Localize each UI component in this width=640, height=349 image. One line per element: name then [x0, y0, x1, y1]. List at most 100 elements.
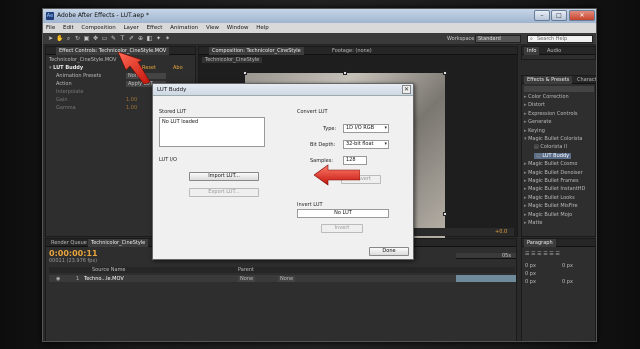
- effects-list-category[interactable]: ▸ Expression Controls: [524, 111, 578, 117]
- menu-file[interactable]: File: [46, 25, 55, 31]
- effects-list-category[interactable]: ▸ Matte: [524, 220, 542, 226]
- selection-tool-icon[interactable]: ➤: [47, 35, 54, 42]
- invert-button[interactable]: Invert: [321, 224, 363, 233]
- indent-left[interactable]: 0 px: [525, 263, 536, 269]
- menu-window[interactable]: Window: [227, 25, 249, 31]
- indent-right[interactable]: 0 px: [562, 263, 573, 269]
- effects-list-category[interactable]: ▸ Magic Bullet InstantHD: [524, 186, 585, 192]
- type-tool-icon[interactable]: T: [119, 35, 126, 42]
- gamma-value[interactable]: 1.00: [126, 105, 137, 111]
- exposure-value[interactable]: +0.0: [495, 229, 507, 235]
- tab-footage[interactable]: Footage: (none): [329, 47, 375, 55]
- paragraph-panel: Paragraph ☰ ☰ ☰ ☰ ☰ ☰ 0 px 0 px 0 px 0 p…: [521, 238, 596, 341]
- search-help-input[interactable]: ⌕ Search Help: [527, 35, 593, 43]
- dialog-close-button[interactable]: ✕: [402, 85, 411, 94]
- effects-list-child-item[interactable]: ▤ Colorista II: [534, 144, 567, 150]
- workspace-select[interactable]: Standard: [475, 35, 521, 43]
- effects-list-category[interactable]: ▸ Magic Bullet MisFire: [524, 203, 578, 209]
- effects-list-category[interactable]: ▸ Magic Bullet Cosmo: [524, 161, 577, 167]
- layer-visibility-icon[interactable]: ◉: [56, 276, 60, 282]
- tab-timeline-comp[interactable]: Technicolor_CineStyle: [88, 239, 149, 247]
- parent-select[interactable]: None: [238, 276, 256, 282]
- space-before[interactable]: 0 px: [525, 279, 536, 285]
- tab-info[interactable]: Info: [524, 47, 540, 55]
- effects-list-category[interactable]: ▸ Color Correction: [524, 94, 569, 100]
- bit-depth-select[interactable]: 32-bit float: [343, 140, 389, 149]
- minimize-button[interactable]: –: [534, 10, 550, 21]
- expand-triangle-icon[interactable]: ▾: [49, 65, 52, 71]
- transform-handle[interactable]: [343, 71, 347, 75]
- effects-item-label: Distort: [528, 102, 545, 109]
- gamma-label: Gamma: [56, 105, 76, 111]
- dialog-title: LUT Buddy: [153, 84, 413, 96]
- menu-edit[interactable]: Edit: [63, 25, 74, 31]
- paragraph-tabbar: Paragraph: [522, 239, 595, 247]
- layer-number: 1: [76, 276, 80, 282]
- effects-search-input[interactable]: [524, 86, 594, 92]
- effects-list-category[interactable]: ▸ Magic Bullet Denoiser: [524, 170, 583, 176]
- invert-lut-value: No LUT: [297, 209, 389, 218]
- close-button[interactable]: ✕: [569, 10, 595, 21]
- camera-tool-icon[interactable]: ▣: [83, 35, 90, 42]
- done-button[interactable]: Done: [369, 247, 409, 256]
- tab-render-queue[interactable]: Render Queue: [48, 239, 90, 247]
- zoom-tool-icon[interactable]: ⌕: [65, 35, 72, 42]
- menu-view[interactable]: View: [206, 25, 219, 31]
- brush-tool-icon[interactable]: ✐: [128, 35, 135, 42]
- hand-tool-icon[interactable]: ✋: [56, 35, 63, 42]
- layer-duration-bar[interactable]: [456, 275, 516, 282]
- menu-effect[interactable]: Effect: [147, 25, 163, 31]
- roto-brush-tool-icon[interactable]: ✦: [155, 35, 162, 42]
- clone-tool-icon[interactable]: ⊕: [137, 35, 144, 42]
- transform-handle[interactable]: [243, 71, 247, 75]
- pen-tool-icon[interactable]: ✎: [110, 35, 117, 42]
- effects-list-category[interactable]: ▸ Keying: [524, 128, 545, 134]
- menu-composition[interactable]: Composition: [81, 25, 115, 31]
- tab-audio[interactable]: Audio: [544, 47, 564, 55]
- puppet-tool-icon[interactable]: ✶: [164, 35, 171, 42]
- search-help-placeholder: Search Help: [537, 36, 568, 42]
- info-panel: Info Audio: [521, 46, 596, 60]
- effect-lut-buddy-row[interactable]: ▾ LUT Buddy: [49, 65, 83, 71]
- mask-tool-icon[interactable]: ▭: [101, 35, 108, 42]
- effects-list-category[interactable]: ▸ Magic Bullet Frames: [524, 178, 579, 184]
- transform-handle[interactable]: [443, 212, 447, 216]
- import-lut-button[interactable]: Import LUT...: [189, 172, 259, 181]
- effects-list-child-item[interactable]: ▤ LUT Buddy: [534, 152, 572, 159]
- menu-animation[interactable]: Animation: [170, 25, 198, 31]
- effects-list-category[interactable]: ▸ Magic Bullet Mojo: [524, 212, 572, 218]
- type-label: Type:: [323, 126, 337, 132]
- space-after[interactable]: 0 px: [562, 279, 573, 285]
- transform-handle[interactable]: [443, 71, 447, 75]
- gain-value[interactable]: 1.00: [126, 97, 137, 103]
- effect-controls-breadcrumb: Technicolor_CineStyle.MOV: [49, 57, 117, 63]
- composition-subtab[interactable]: Technicolor_CineStyle: [202, 57, 263, 63]
- effects-list-category[interactable]: ▸ Magic Bullet Looks: [524, 195, 575, 201]
- gain-label: Gain: [56, 97, 68, 103]
- effects-list-category[interactable]: ▸ Generate: [524, 119, 551, 125]
- pan-behind-tool-icon[interactable]: ✥: [92, 35, 99, 42]
- parent-select-2[interactable]: None: [278, 276, 296, 282]
- eraser-tool-icon[interactable]: ◧: [146, 35, 153, 42]
- tab-effects-presets[interactable]: Effects & Presets: [524, 76, 573, 84]
- info-tabbar: Info Audio: [522, 47, 595, 55]
- about-link[interactable]: Abo: [173, 65, 183, 71]
- type-select[interactable]: 1D I/O RGB: [343, 124, 389, 133]
- effects-list-category[interactable]: ▸ Distort: [524, 102, 545, 108]
- rotate-tool-icon[interactable]: ↻: [74, 35, 81, 42]
- align-buttons-icon[interactable]: ☰ ☰ ☰ ☰ ☰ ☰: [525, 251, 560, 257]
- layer-name[interactable]: Techno...le.MOV: [84, 276, 124, 282]
- column-parent: Parent: [238, 267, 255, 273]
- effects-item-label: Magic Bullet Mojo: [528, 211, 573, 218]
- tab-composition[interactable]: Composition: Technicolor_CineStyle: [209, 47, 304, 55]
- effects-list-category[interactable]: ▾ Magic Bullet Colorista: [524, 136, 582, 142]
- stored-lut-label: Stored LUT: [159, 109, 187, 115]
- indent-first[interactable]: 0 px: [525, 271, 536, 277]
- tab-character[interactable]: Characte: [574, 76, 596, 84]
- maximize-button[interactable]: □: [551, 10, 567, 21]
- timecode-display[interactable]: 0:00:00:11: [49, 249, 98, 258]
- tab-paragraph[interactable]: Paragraph: [524, 239, 556, 247]
- menu-help[interactable]: Help: [256, 25, 269, 31]
- menu-layer[interactable]: Layer: [123, 25, 138, 31]
- export-lut-button[interactable]: Export LUT...: [189, 188, 259, 197]
